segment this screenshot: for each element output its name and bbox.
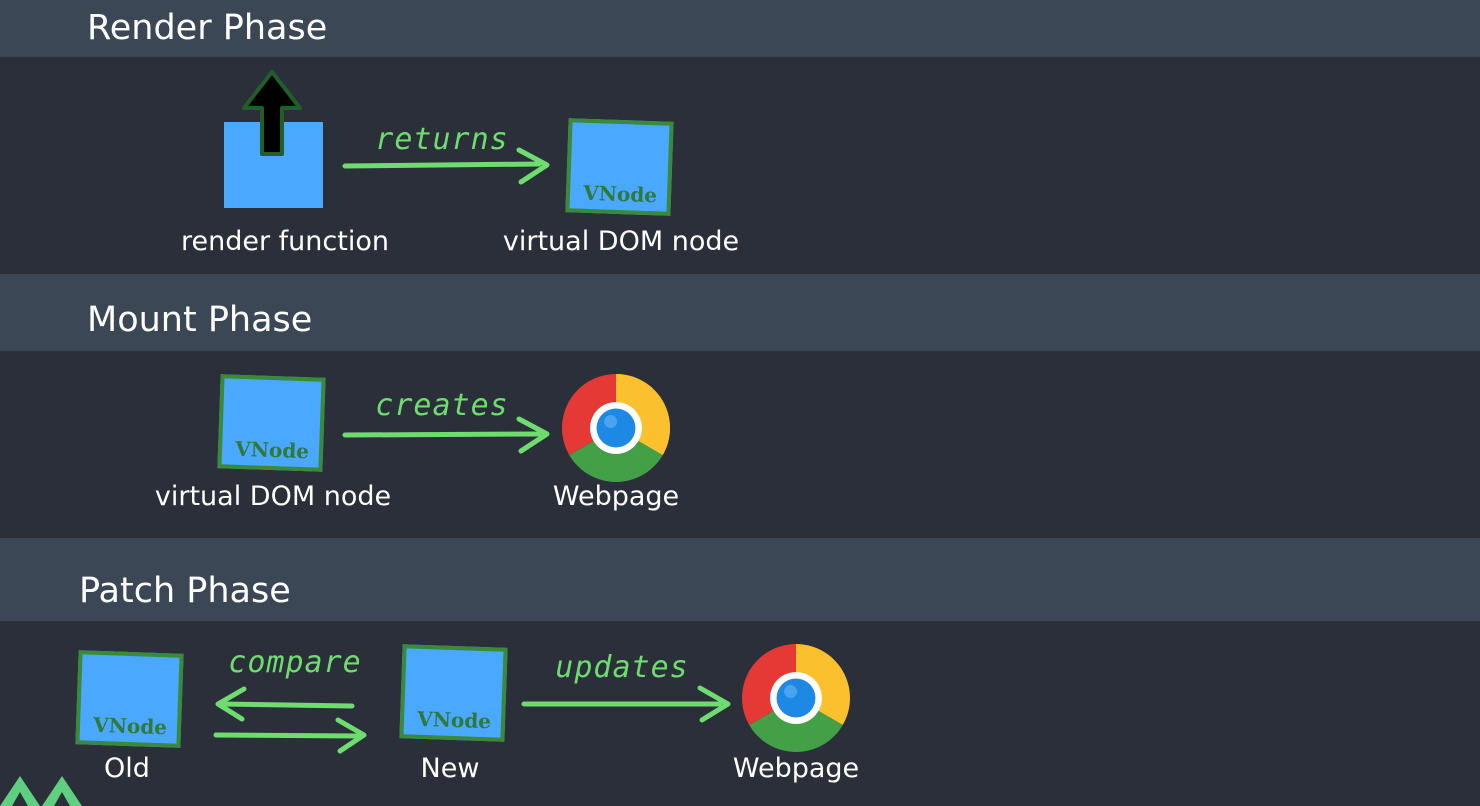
old-vnode-box: VNode <box>75 650 184 748</box>
render-vnode-box: VNode <box>565 118 674 216</box>
vnode-label: VNode <box>234 436 310 464</box>
patch-phase-title: Patch Phase <box>79 571 291 611</box>
virtual-dom-node-caption: virtual DOM node <box>502 226 740 257</box>
updates-label: updates <box>555 650 689 685</box>
compare-right-arrow <box>213 717 367 754</box>
mount-source-caption: virtual DOM node <box>154 481 392 512</box>
mount-webpage-caption: Webpage <box>552 481 680 512</box>
chrome-icon <box>742 644 850 752</box>
render-phase-header: Render Phase <box>0 0 1480 57</box>
up-arrow-icon <box>242 70 302 156</box>
render-function-caption: render function <box>181 226 389 257</box>
new-vnode-box: VNode <box>399 644 508 742</box>
patch-webpage-caption: Webpage <box>732 753 860 784</box>
updates-arrow <box>521 685 731 723</box>
vnode-label: VNode <box>92 712 168 740</box>
vnode-label: VNode <box>416 706 492 734</box>
vnode-label: VNode <box>582 180 658 208</box>
compare-label: compare <box>228 645 362 680</box>
creates-arrow <box>342 416 550 454</box>
patch-phase-header: Patch Phase <box>0 538 1480 621</box>
chrome-icon <box>562 374 670 482</box>
render-phase-title: Render Phase <box>87 8 328 48</box>
mountain-logo-icon <box>0 776 82 806</box>
mount-vnode-box: VNode <box>217 374 326 472</box>
mount-phase-title: Mount Phase <box>87 300 313 340</box>
new-caption: New <box>420 753 480 784</box>
old-caption: Old <box>104 753 150 784</box>
returns-arrow <box>342 147 550 185</box>
mount-phase-header: Mount Phase <box>0 274 1480 351</box>
